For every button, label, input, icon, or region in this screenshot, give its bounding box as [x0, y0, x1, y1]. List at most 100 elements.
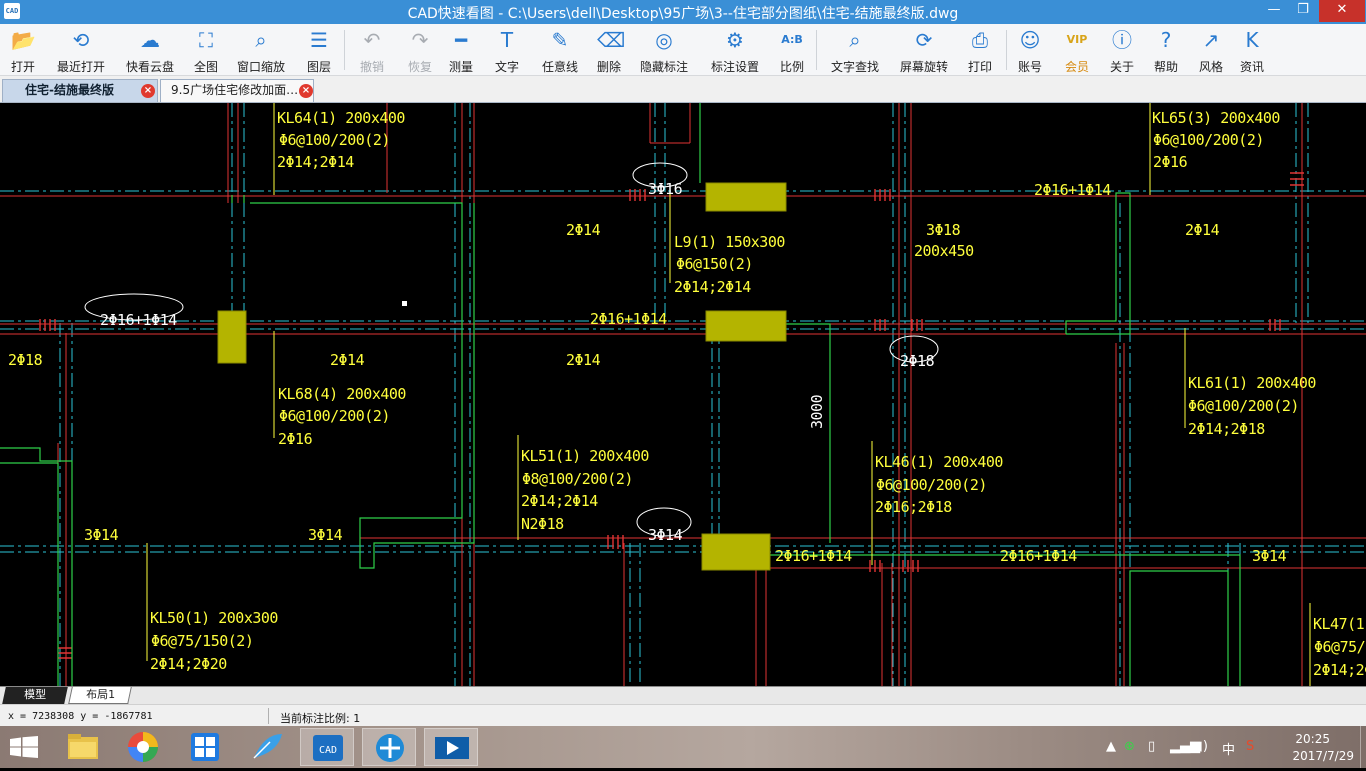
toolbar-button-hide-eye[interactable]: ◎ 隐藏标注	[636, 28, 692, 74]
toolbar-label: 关于	[1109, 60, 1134, 74]
toolbar-button-vip[interactable]: VIP 会员	[1058, 28, 1096, 74]
toolbar-button-undo[interactable]: ↶ 撤销	[350, 28, 394, 74]
toolbar-button-scale[interactable]: A:B 比例	[774, 28, 810, 74]
toolbar-button-ruler[interactable]: ━ 测量	[444, 28, 478, 74]
cad-annotation: 3Φ18	[926, 221, 961, 239]
toolbar-label: 快看云盘	[125, 60, 174, 74]
cad-annotation: KL51(1) 200x400	[521, 447, 649, 465]
cad-annotation: KL47(1)	[1313, 615, 1366, 633]
layers-icon: ☰	[310, 28, 328, 52]
toolbar-button-dim-settings[interactable]: ⚙ 标注设置	[704, 28, 766, 74]
cad-annotation: Φ6@100/200(2)	[279, 131, 390, 149]
toolbar-label: 资讯	[1239, 60, 1264, 74]
toolbar-button-zoom-window[interactable]: ⌕ 窗口缩放	[232, 28, 290, 74]
zoom-window-icon: ⌕	[255, 28, 267, 52]
chevron-up-icon[interactable]: ▲	[1106, 739, 1116, 754]
clock-time[interactable]: 20:25	[1295, 732, 1330, 746]
rotate-screen-icon: ⟳	[915, 28, 933, 52]
cad-viewer-icon[interactable]: CAD	[300, 728, 354, 766]
sogou-icon[interactable]: S	[1246, 739, 1254, 754]
cad-annotation: 2Φ14	[1185, 221, 1220, 239]
toolbar-button-printer[interactable]: ⎙ 打印	[960, 28, 1000, 74]
cad-annotation: N2Φ18	[521, 515, 564, 533]
toolbar-button-help[interactable]: ? 帮助	[1146, 28, 1186, 74]
tab-close-icon[interactable]: ×	[299, 84, 313, 98]
network-icon[interactable]	[362, 728, 416, 766]
cad-annotation: 2Φ14;2Φ14	[674, 278, 751, 296]
toolbar-button-recent-clock[interactable]: ⟲ 最近打开	[50, 28, 112, 74]
title-bar: CAD CAD快速看图 - C:\Users\dell\Desktop\95广场…	[0, 0, 1366, 24]
cad-annotation: 3Φ14	[648, 526, 683, 544]
toolbar-button-info[interactable]: ⓘ 关于	[1102, 28, 1142, 74]
toolbar-separator	[1006, 30, 1007, 70]
plus-badge-icon[interactable]: ⊕	[1124, 739, 1135, 754]
toolbar-separator	[344, 30, 345, 70]
toolbar-button-pencil[interactable]: ✎ 任意线	[534, 28, 586, 74]
cad-annotation: Φ6@100/200(2)	[1153, 131, 1264, 149]
tab-model[interactable]: 模型	[2, 687, 68, 704]
toolbar-button-folder-open[interactable]: 📂 打开	[0, 28, 46, 74]
toolbar-button-eraser[interactable]: ⌫ 删除	[588, 28, 630, 74]
toolbar-button-rotate-screen[interactable]: ⟳ 屏幕旋转	[892, 28, 956, 74]
cad-annotation: 2Φ16;2Φ18	[875, 498, 952, 516]
document-tab-bar: 住宅-结施最终版 × 9.5广场住宅修改加面… ×	[0, 76, 1366, 103]
style-icon: ↗	[1202, 28, 1220, 52]
cad-annotation: 2Φ16+1Φ14	[590, 310, 667, 328]
cad-annotation: KL50(1) 200x300	[150, 609, 278, 627]
windows-start-icon[interactable]	[10, 736, 38, 758]
ime-indicator[interactable]: 中	[1222, 739, 1235, 758]
cad-annotation: KL65(3) 200x400	[1152, 109, 1280, 127]
windows-taskbar: CAD ▲ ⊕ ▯ ▂▄▆ ◖) 中 S 20:25 2017/7/29	[0, 726, 1366, 768]
toolbar-label: 恢复	[407, 60, 432, 74]
file-explorer-icon[interactable]	[56, 728, 110, 766]
rebar-marks	[39, 172, 1304, 659]
app-grid-icon[interactable]	[178, 728, 232, 766]
restore-button[interactable]: ❐	[1288, 0, 1318, 22]
drawing-canvas[interactable]: KL64(1) 200x400 Φ6@100/200(2) 2Φ14;2Φ14 KL6…	[0, 103, 1366, 686]
tab-label: 9.5广场住宅修改加面…	[171, 83, 299, 97]
toolbar-button-redo[interactable]: ↷ 恢复	[398, 28, 442, 74]
pencil-icon: ✎	[551, 28, 569, 52]
cursor-coordinates: x = 7238308 y = -1867781	[8, 711, 153, 722]
tab-active-document[interactable]: 住宅-结施最终版 ×	[2, 79, 158, 102]
speaker-icon[interactable]: ◖)	[1196, 739, 1208, 754]
cad-annotation: KL46(1) 200x400	[875, 453, 1003, 471]
account-icon: ☺	[1019, 28, 1041, 52]
cad-annotation: 2Φ14;2Φ	[1313, 661, 1366, 679]
redo-icon: ↷	[411, 28, 429, 52]
cad-annotation: 2Φ14;2Φ18	[1188, 420, 1265, 438]
cad-annotation: 2Φ14;2Φ14	[521, 492, 598, 510]
cad-annotation: KL64(1) 200x400	[277, 109, 405, 127]
main-toolbar: 📂 打开 ⟲ 最近打开 ☁ 快看云盘 ⛶ 全图 ⌕ 窗口缩放 ☰ 图层 ↶ 撤销 ↷ 恢复 ━ 测量 T 文字 ✎ 任意线…	[0, 24, 1366, 76]
toolbar-button-layers[interactable]: ☰ 图层	[296, 28, 342, 74]
toolbar-button-news[interactable]: K 资讯	[1232, 28, 1272, 74]
cad-annotation: KL61(1) 200x400	[1188, 374, 1316, 392]
toolbar-button-cloud[interactable]: ☁ 快看云盘	[118, 28, 182, 74]
tab-label: 住宅-结施最终版	[25, 83, 114, 97]
tab-close-icon[interactable]: ×	[141, 84, 155, 98]
toolbar-button-style[interactable]: ↗ 风格	[1192, 28, 1230, 74]
toolbar-label: 图层	[306, 60, 331, 74]
tab-model-label: 模型	[24, 688, 47, 701]
toolbar-button-account[interactable]: ☺ 账号	[1010, 28, 1050, 74]
show-desktop-button[interactable]	[1360, 726, 1366, 768]
video-player-icon[interactable]	[424, 728, 478, 766]
phone-icon[interactable]: ▯	[1148, 739, 1155, 754]
toolbar-button-text-search[interactable]: ⌕ 文字查找	[824, 28, 886, 74]
toolbar-label: 任意线	[541, 60, 578, 74]
toolbar-label: 打印	[967, 60, 992, 74]
axis-lines	[0, 103, 1366, 686]
cad-annotation: 200x450	[914, 242, 974, 260]
clock-date[interactable]: 2017/7/29	[1292, 749, 1354, 763]
tab-document[interactable]: 9.5广场住宅修改加面… ×	[160, 79, 314, 102]
system-tray: ▲ ⊕ ▯ ▂▄▆ ◖) 中 S 20:25 2017/7/29	[1096, 726, 1366, 768]
feather-icon[interactable]	[240, 728, 294, 766]
toolbar-button-text[interactable]: T 文字	[490, 28, 524, 74]
tab-layout1-label: 布局1	[85, 688, 115, 701]
close-window-button[interactable]: ✕	[1319, 0, 1365, 22]
tab-layout1[interactable]: 布局1	[68, 687, 132, 704]
toolbar-button-fit-all[interactable]: ⛶ 全图	[186, 28, 226, 74]
browser-icon[interactable]	[116, 728, 170, 766]
minimize-button[interactable]: —	[1260, 0, 1288, 22]
layout-tab-bar: 模型 布局1	[0, 686, 1366, 704]
